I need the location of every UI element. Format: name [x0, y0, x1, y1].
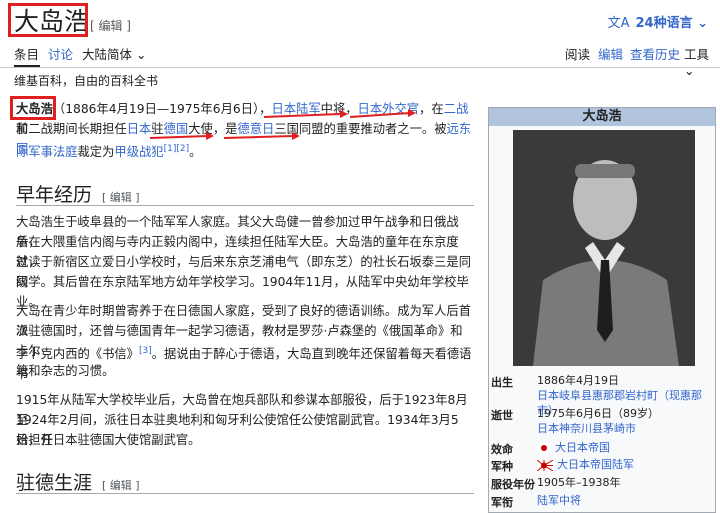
- para-text: 李卜克内西的《书信》: [16, 347, 139, 362]
- arrow-head: [206, 132, 214, 140]
- edit-section-link[interactable]: [ 编辑 ]: [102, 191, 140, 204]
- heading-text: 驻德生涯: [16, 472, 93, 494]
- army-flag-icon: [536, 459, 554, 471]
- para2-line4: 籍和杂志的习惯。: [16, 364, 115, 378]
- section-heading-germany: 驻德生涯 [ 编辑 ]: [16, 468, 140, 495]
- link-empire[interactable]: 大日本帝国: [555, 441, 610, 454]
- infobox-label-allegiance: 效命: [491, 443, 513, 456]
- underline-diplomat: [349, 112, 411, 118]
- infobox-link-deathplace[interactable]: 日本神奈川县茅崎市: [537, 421, 636, 436]
- japan-flag-icon: [537, 443, 551, 453]
- infobox-value-branch: 大日本帝国陆军: [536, 457, 634, 472]
- tools-dropdown[interactable]: 工具 ⌄: [684, 44, 720, 78]
- section-rule: [16, 205, 474, 206]
- infobox-value-service-years: 1905年–1938年: [537, 476, 621, 489]
- translate-icon: 文A: [607, 16, 630, 31]
- citation[interactable]: [3]: [139, 346, 152, 356]
- infobox-label-died: 逝世: [491, 409, 513, 422]
- arrow-head: [292, 132, 300, 140]
- arrow-head: [408, 109, 416, 117]
- arrow-head: [340, 110, 348, 118]
- portrait-drawing: [513, 130, 695, 366]
- infobox-value-died: 1975年6月6日（89岁）: [537, 407, 659, 420]
- infobox-link-rank[interactable]: 陆军中将: [537, 493, 581, 508]
- infobox-title: 大岛浩: [489, 108, 715, 126]
- tab-edit[interactable]: 编辑: [598, 44, 623, 63]
- underline-ambassador: [149, 135, 209, 139]
- section-heading-early-life: 早年经历 [ 编辑 ]: [16, 180, 140, 207]
- infobox-value-born: 1886年4月19日: [537, 374, 619, 387]
- para3-line3: 始担任日本驻德国大使馆副武官。: [16, 433, 201, 447]
- infobox-value-allegiance: 大日本帝国: [537, 440, 610, 455]
- infobox-label-rank: 军衔: [491, 496, 513, 509]
- portrait-photo[interactable]: [513, 130, 695, 366]
- infobox-label-born: 出生: [491, 376, 513, 389]
- annotation-arrows: [149, 109, 416, 140]
- infobox-label-branch: 军种: [491, 460, 513, 473]
- heading-text: 早年经历: [16, 184, 93, 206]
- infobox: 大岛浩 出生 1886年4月19日 日本岐阜县惠那郡岩村町（现惠那市） 逝世 1…: [488, 107, 716, 513]
- underline-army: [263, 113, 341, 118]
- section-rule: [16, 493, 474, 494]
- language-button[interactable]: 文A 24种语言 ⌄: [608, 12, 708, 31]
- tab-history[interactable]: 查看历史: [630, 44, 680, 63]
- infobox-label-service-years: 服役年份: [491, 478, 535, 491]
- tools-label: 工具: [684, 47, 710, 62]
- language-label: 24种语言 ⌄: [635, 16, 708, 31]
- edit-section-link[interactable]: [ 编辑 ]: [102, 479, 140, 492]
- link-army[interactable]: 大日本帝国陆军: [557, 458, 634, 471]
- chevron-down-icon: ⌄: [684, 63, 695, 78]
- tab-read[interactable]: 阅读: [565, 44, 590, 63]
- underline-alliance: [223, 135, 295, 139]
